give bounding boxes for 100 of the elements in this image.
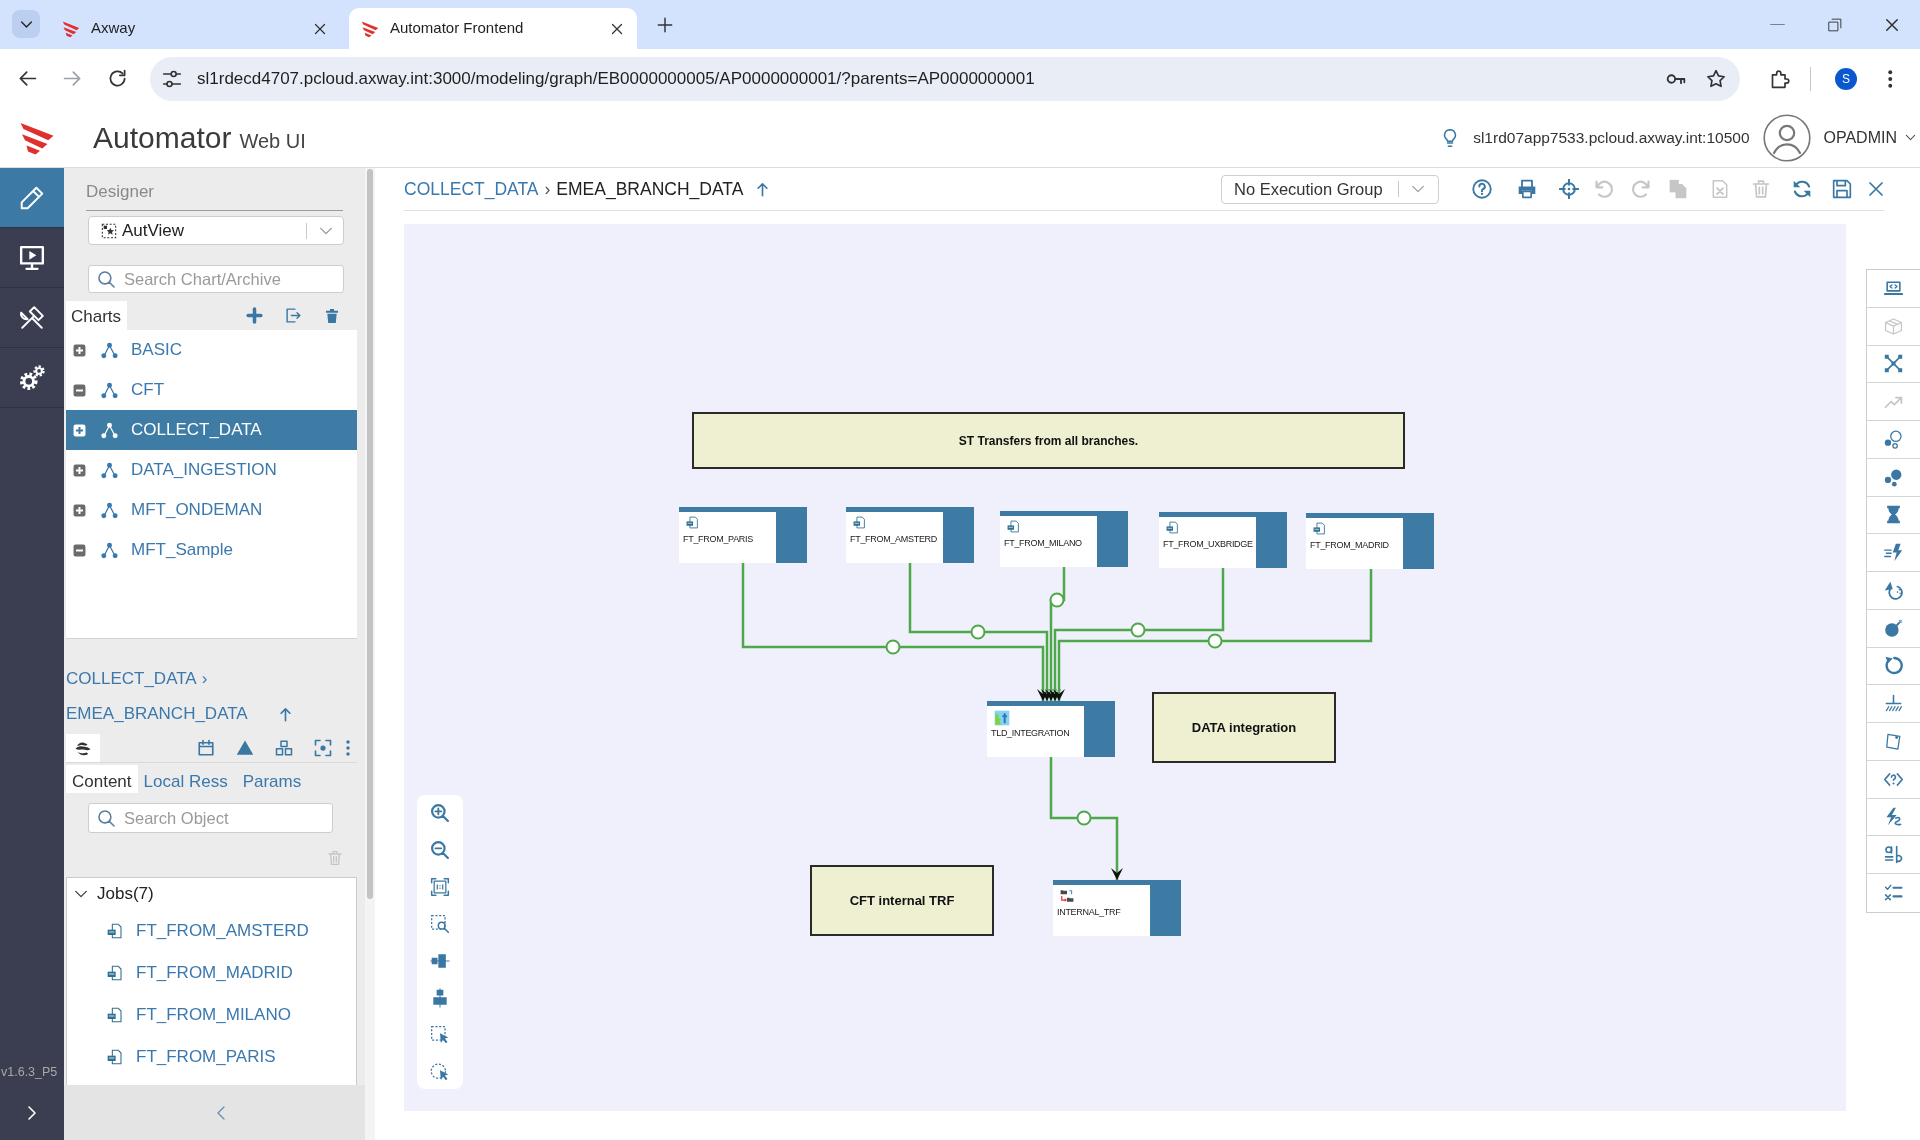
- zoom-region-icon[interactable]: [430, 914, 450, 934]
- help-icon[interactable]: [1472, 179, 1492, 199]
- minimize-icon[interactable]: [1770, 23, 1785, 26]
- panel-tab[interactable]: Local Ress: [137, 765, 234, 793]
- breadcrumb-link[interactable]: COLLECT_DATA: [66, 668, 197, 690]
- close-icon[interactable]: [314, 22, 326, 35]
- server-name: sl1rd07app7533.pcloud.axway.int:10500: [1473, 127, 1750, 148]
- site-settings-icon[interactable]: [162, 68, 182, 89]
- panel-tab[interactable]: Content: [66, 765, 138, 793]
- focus-icon[interactable]: [314, 739, 332, 757]
- section-title: Designer: [86, 181, 343, 211]
- job-item[interactable]: FT_FROM_AMSTERD: [67, 910, 356, 952]
- icon-tab[interactable]: [66, 734, 100, 762]
- bolt-icon[interactable]: [1884, 807, 1903, 827]
- user-name[interactable]: OPADMIN: [1823, 125, 1897, 150]
- zoom-out-icon[interactable]: [430, 840, 450, 860]
- chart-item[interactable]: MFT_Sample: [66, 530, 357, 570]
- checklist-icon[interactable]: [1884, 883, 1903, 903]
- job-icon: [686, 516, 699, 529]
- job-item[interactable]: FT_FROM_MADRID: [67, 952, 356, 994]
- triangle-icon[interactable]: [236, 739, 254, 757]
- lasso-icon[interactable]: [430, 1062, 450, 1082]
- job-item[interactable]: FT_FROM_PARIS: [67, 1036, 356, 1078]
- address-bar[interactable]: sl1rdecd4707.pcloud.axway.int:3000/modeling/graph/EB0000000005/AP0000000001/?parents=AP0000000001: [150, 56, 1740, 101]
- close-icon[interactable]: [611, 22, 623, 35]
- forward-icon[interactable]: [63, 69, 82, 88]
- save-icon[interactable]: [1832, 179, 1852, 199]
- version-label: v1.6.3_P5: [0, 1064, 59, 1081]
- tree-group[interactable]: Jobs(7): [67, 878, 356, 910]
- align-icon[interactable]: [430, 988, 450, 1008]
- note: ST Transfers from all branches.: [692, 412, 1405, 469]
- chart-icon: [101, 381, 118, 399]
- collapse-icon[interactable]: [73, 543, 86, 557]
- fit-icon[interactable]: [430, 877, 450, 897]
- assign-icon[interactable]: [1884, 845, 1903, 865]
- print-icon[interactable]: [1517, 179, 1537, 199]
- arrow-up-icon[interactable]: [277, 706, 293, 722]
- back-icon[interactable]: [18, 69, 37, 88]
- tab-menu-button[interactable]: [12, 10, 40, 38]
- align-icon[interactable]: [430, 951, 450, 971]
- more-icon[interactable]: [346, 740, 350, 756]
- chart-item[interactable]: CFT: [66, 370, 357, 410]
- chart-item[interactable]: MFT_ONDEMAN: [66, 490, 357, 530]
- logo-icon: [62, 19, 80, 38]
- browser-tab[interactable]: Automator Frontend: [349, 8, 637, 49]
- expand-icon[interactable]: [73, 463, 86, 477]
- panel-tab[interactable]: Params: [236, 765, 308, 793]
- reload-icon[interactable]: [108, 69, 127, 88]
- extension-icon[interactable]: [1770, 68, 1790, 89]
- search-field[interactable]: Search Object: [88, 803, 333, 833]
- breadcrumb-link[interactable]: COLLECT_DATA: [404, 175, 539, 203]
- view-icon: [101, 222, 117, 239]
- hourglass-icon[interactable]: [1884, 505, 1903, 525]
- node-label: FT_FROM_UXBRIDGE: [1163, 539, 1253, 550]
- profile-button[interactable]: S: [1835, 67, 1857, 90]
- panel-tab[interactable]: Charts: [66, 301, 128, 330]
- laptop-icon[interactable]: [1884, 278, 1903, 298]
- job-item[interactable]: FT_FROM_MILANO: [67, 994, 356, 1036]
- calendar-icon[interactable]: [197, 739, 215, 757]
- chart-icon: [101, 421, 118, 439]
- star-icon[interactable]: [1706, 68, 1726, 89]
- trash-icon[interactable]: [324, 307, 340, 324]
- chart-icon: [101, 461, 118, 479]
- network-icon[interactable]: [1884, 354, 1903, 374]
- bubbles-icon[interactable]: [1884, 429, 1903, 449]
- pencil-icon: [19, 184, 45, 211]
- chart-item[interactable]: BASIC: [66, 330, 357, 370]
- execution-group-select[interactable]: No Execution Group: [1221, 174, 1439, 204]
- collapse-icon[interactable]: [73, 383, 86, 397]
- zoom-in-icon[interactable]: [430, 803, 450, 823]
- cubes-icon[interactable]: [275, 739, 293, 757]
- arrow-up-icon[interactable]: [755, 181, 771, 197]
- restore-icon[interactable]: [1827, 17, 1842, 32]
- expand-icon[interactable]: [73, 343, 86, 357]
- rotate-icon[interactable]: [1884, 656, 1903, 676]
- avatar-icon[interactable]: [1762, 113, 1811, 162]
- browser-tab[interactable]: Axway: [50, 8, 340, 49]
- scrollbar[interactable]: [367, 169, 373, 899]
- new-tab-icon[interactable]: [657, 17, 673, 33]
- chart-item[interactable]: DATA_INGESTION: [66, 450, 357, 490]
- ground-icon[interactable]: [1884, 694, 1903, 714]
- arrow-icon[interactable]: [1884, 580, 1903, 600]
- note-icon[interactable]: [1884, 731, 1903, 751]
- view-select[interactable]: AutView: [88, 216, 344, 245]
- bomb-icon[interactable]: [1884, 618, 1903, 638]
- plus-icon[interactable]: [246, 307, 263, 324]
- select-icon[interactable]: [430, 1025, 450, 1045]
- bubbles-icon[interactable]: [1884, 467, 1903, 487]
- job-icon: [1007, 520, 1020, 533]
- expand-icon[interactable]: [73, 423, 86, 437]
- menu-icon[interactable]: [1888, 69, 1893, 88]
- refresh-icon[interactable]: [1792, 179, 1812, 199]
- bolt-icon[interactable]: [1884, 543, 1903, 563]
- caret-icon[interactable]: [1905, 132, 1916, 143]
- expand-icon[interactable]: [73, 503, 86, 517]
- search-field[interactable]: Search Chart/Archive: [88, 265, 344, 293]
- chart-item[interactable]: COLLECT_DATA: [66, 410, 357, 450]
- close-icon[interactable]: [1884, 17, 1899, 32]
- crosshair-icon[interactable]: [1559, 179, 1579, 199]
- export-icon[interactable]: [285, 307, 302, 324]
